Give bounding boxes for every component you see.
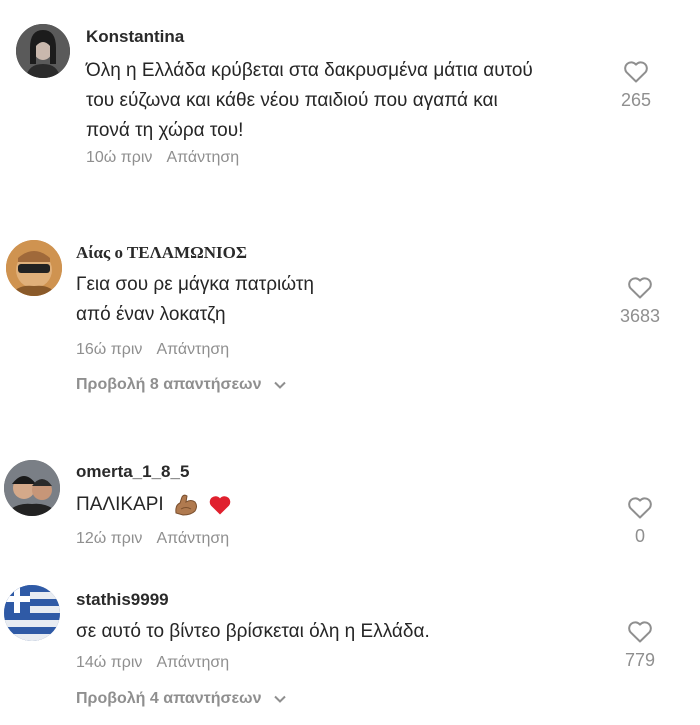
heart-outline-icon <box>628 497 652 519</box>
comment-text: Γεια σου ρε μάγκα πατριώτη από έναν λοκα… <box>76 270 314 330</box>
like-button[interactable]: 0 <box>610 496 670 547</box>
like-button[interactable]: 779 <box>610 620 670 671</box>
chevron-down-icon <box>274 695 286 703</box>
like-button[interactable]: 3683 <box>610 276 670 327</box>
avatar[interactable] <box>16 24 70 78</box>
comment-time: 16ώ πριν <box>76 341 143 358</box>
flexed-biceps-icon <box>175 494 197 516</box>
comment-time: 10ώ πριν <box>86 149 153 166</box>
heart-outline-icon <box>624 61 648 83</box>
comment-text: Όλη η Ελλάδα κρύβεται στα δακρυσμένα μάτ… <box>86 56 533 146</box>
comment-text-line: πονά τη χώρα του! <box>86 120 244 141</box>
cutoff-text-fragment <box>86 183 266 187</box>
comment-text-line: από έναν λοκατζη <box>76 304 226 325</box>
heart-outline-icon <box>628 621 652 643</box>
comment-username[interactable]: stathis9999 <box>76 590 169 610</box>
like-button[interactable]: 265 <box>606 60 666 111</box>
comment-text-line: του εύζωνα και κάθε νέου παιδιού που αγα… <box>86 90 498 111</box>
avatar[interactable] <box>6 240 62 296</box>
like-count: 265 <box>620 90 652 110</box>
comment-text: σε αυτό το βίντεο βρίσκεται όλη η Ελλάδα… <box>76 617 430 647</box>
view-replies-label: Προβολή 8 απαντήσεων <box>76 376 262 393</box>
chevron-down-icon <box>274 381 286 389</box>
reply-button[interactable]: Απάντηση <box>156 530 229 547</box>
comment-meta: 12ώ πριν Απάντηση <box>76 530 229 548</box>
comment-meta: 14ώ πριν Απάντηση <box>76 654 229 672</box>
comment-text-line: ΠΑΛΙΚΑΡΙ <box>76 494 164 515</box>
view-replies-button[interactable]: Προβολή 8 απαντήσεων <box>76 376 286 394</box>
view-replies-label: Προβολή 4 απαντήσεων <box>76 690 262 707</box>
reply-button[interactable]: Απάντηση <box>166 149 239 166</box>
comment-username[interactable]: omerta_1_8_5 <box>76 462 189 482</box>
avatar[interactable] <box>4 585 60 641</box>
comment-meta: 10ώ πριν Απάντηση <box>86 149 239 167</box>
comment-text-line: Όλη η Ελλάδα κρύβεται στα δακρυσμένα μάτ… <box>86 60 533 81</box>
comment-text-line: Γεια σου ρε μάγκα πατριώτη <box>76 274 314 295</box>
heart-outline-icon <box>628 277 652 299</box>
like-count: 0 <box>634 526 645 546</box>
comment-text: ΠΑΛΙΚΑΡΙ <box>76 490 232 520</box>
like-count: 779 <box>624 650 656 670</box>
comment-text-line: σε αυτό το βίντεο βρίσκεται όλη η Ελλάδα… <box>76 621 430 642</box>
comment-meta: 16ώ πριν Απάντηση <box>76 341 229 359</box>
comment-username[interactable]: Konstantina <box>86 27 184 47</box>
like-count: 3683 <box>619 306 661 326</box>
view-replies-button[interactable]: Προβολή 4 απαντήσεων <box>76 690 286 708</box>
avatar[interactable] <box>4 460 60 516</box>
reply-button[interactable]: Απάντηση <box>156 341 229 358</box>
reply-button[interactable]: Απάντηση <box>156 654 229 671</box>
red-heart-icon <box>209 496 231 515</box>
comment-time: 14ώ πριν <box>76 654 143 671</box>
comment-time: 12ώ πριν <box>76 530 143 547</box>
comment-username[interactable]: Αίας ο ΤΕΛΑΜΩΝΙΟΣ <box>76 243 247 263</box>
